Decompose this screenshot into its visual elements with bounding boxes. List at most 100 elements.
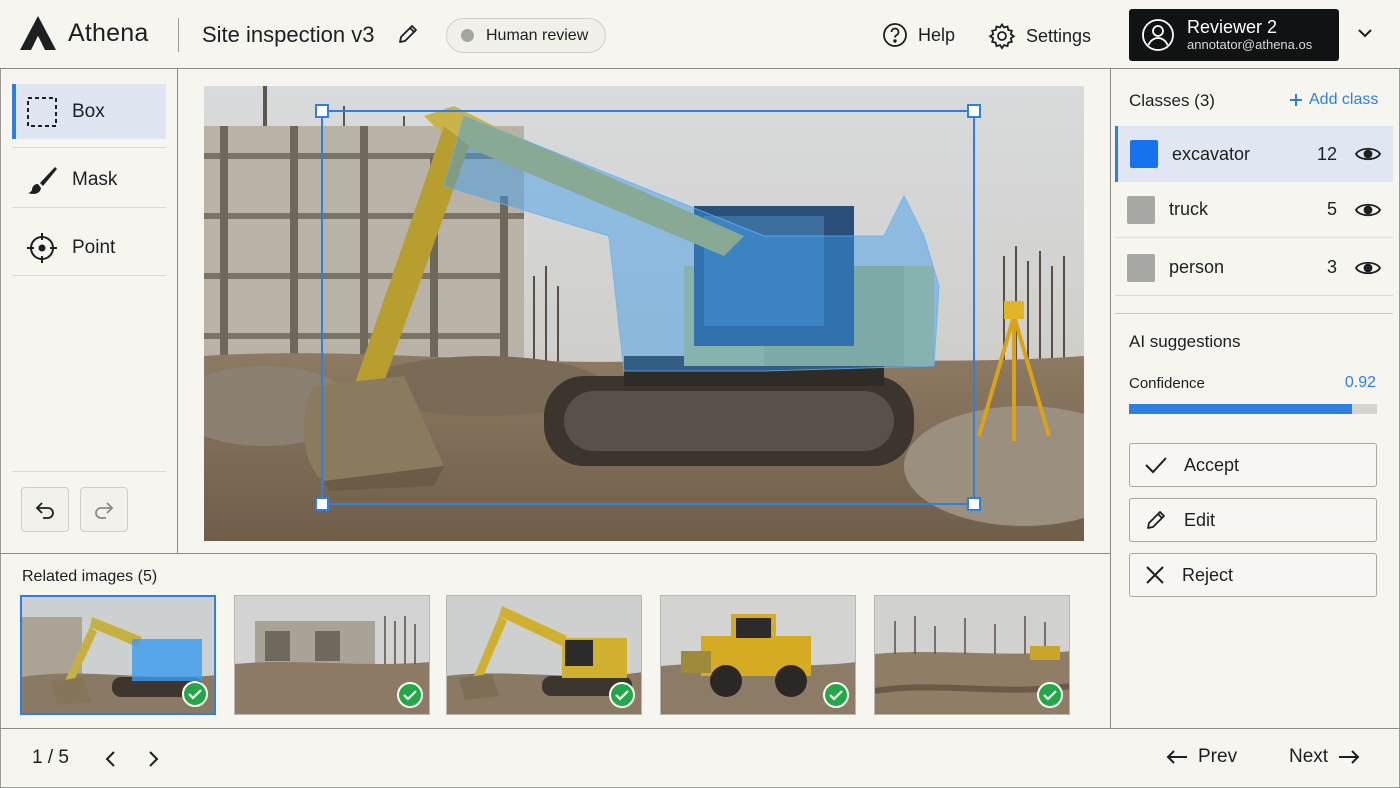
help-icon <box>883 23 907 47</box>
eye-icon[interactable] <box>1355 201 1381 219</box>
accept-button[interactable]: Accept <box>1129 443 1377 487</box>
tool-sidebar: Box Mask Point <box>0 69 178 553</box>
redo-icon <box>95 501 114 519</box>
related-thumbnail[interactable] <box>874 595 1070 715</box>
reject-label: Reject <box>1182 564 1234 585</box>
class-row-truck[interactable]: truck 5 <box>1115 182 1393 238</box>
reviewed-check-icon <box>397 682 423 708</box>
confidence-label: Confidence <box>1129 375 1205 392</box>
tool-point[interactable]: Point <box>12 221 166 276</box>
pencil-icon <box>1147 511 1165 529</box>
bottom-bar: 1 / 5 Prev Next <box>0 728 1400 788</box>
right-panel: Classes (3) Add class excavator 12 truck… <box>1110 69 1400 728</box>
class-name: excavator <box>1172 143 1251 164</box>
next-label: Next <box>1289 746 1329 767</box>
prev-label: Prev <box>1198 746 1238 767</box>
close-icon <box>1146 566 1164 584</box>
box-select-icon <box>27 96 57 127</box>
annotation-canvas[interactable] <box>204 86 1084 541</box>
undo-icon <box>35 501 54 519</box>
eye-icon[interactable] <box>1355 259 1381 277</box>
brush-icon <box>28 167 57 194</box>
user-avatar-icon <box>1142 19 1174 51</box>
page-indicator: 1 / 5 <box>32 747 69 768</box>
site-photo <box>204 86 1084 541</box>
class-row-excavator[interactable]: excavator 12 <box>1115 126 1393 182</box>
reviewed-check-icon <box>823 682 849 708</box>
gear-icon <box>988 22 1016 50</box>
tool-label: Mask <box>72 169 118 190</box>
classes-title: Classes (3) <box>1129 91 1215 110</box>
bbox-handle-top-right <box>967 104 981 118</box>
related-images-title: Related images (5) <box>22 568 158 585</box>
related-images-panel: Related images (5) <box>0 553 1110 728</box>
help-button[interactable]: Help <box>882 22 955 48</box>
user-menu-toggle[interactable] <box>1356 26 1374 44</box>
tool-mask[interactable]: Mask <box>12 153 166 208</box>
user-name: Reviewer 2 <box>1187 16 1278 37</box>
section-divider <box>1115 313 1393 314</box>
redo-button[interactable] <box>80 487 128 532</box>
class-swatch <box>1130 140 1158 168</box>
class-count: 5 <box>1326 199 1337 219</box>
status-dot-icon <box>461 29 474 42</box>
next-button[interactable]: Next <box>1289 746 1360 768</box>
excavator-tracks <box>544 376 914 466</box>
confidence-bar-fill <box>1129 404 1353 414</box>
reviewed-check-icon <box>1037 682 1063 708</box>
ai-suggestions-title: AI suggestions <box>1129 332 1241 351</box>
class-swatch <box>1127 253 1155 282</box>
related-thumbnail[interactable] <box>660 595 856 715</box>
confidence-bar <box>1129 404 1377 414</box>
settings-label: Settings <box>1026 25 1092 46</box>
rename-project-button[interactable] <box>396 22 420 51</box>
check-icon <box>1145 457 1167 474</box>
plus-icon <box>1290 94 1302 106</box>
previous-page-button[interactable] <box>104 749 118 774</box>
class-count: 12 <box>1316 143 1337 164</box>
chevron-right-icon <box>149 751 159 767</box>
class-count: 3 <box>1326 257 1337 277</box>
user-menu[interactable]: Reviewer 2 annotator@athena.os <box>1129 9 1339 61</box>
eye-icon[interactable] <box>1355 145 1381 163</box>
bbox-handle-bottom-right <box>967 497 981 511</box>
project-title: Site inspection v3 <box>202 22 375 47</box>
top-bar: Athena Site inspection v3 Human review H… <box>0 0 1400 69</box>
related-thumbnail[interactable] <box>234 595 430 715</box>
chevron-left-icon <box>105 751 115 767</box>
edit-button[interactable]: Edit <box>1129 498 1377 542</box>
crosshair-icon <box>27 233 57 263</box>
related-thumbnail[interactable] <box>446 595 642 715</box>
review-status-badge[interactable]: Human review <box>446 18 606 53</box>
prev-button[interactable]: Prev <box>1166 746 1237 768</box>
tool-divider <box>12 147 166 148</box>
class-name: person <box>1169 257 1225 277</box>
tool-box[interactable]: Box <box>12 84 166 139</box>
class-swatch <box>1127 195 1155 224</box>
next-page-button[interactable] <box>146 749 160 774</box>
reviewed-check-icon <box>182 681 208 707</box>
header-divider <box>178 18 179 52</box>
bbox-handle-bottom-left <box>315 497 329 511</box>
add-class-label: Add class <box>1309 91 1379 108</box>
settings-button[interactable]: Settings <box>988 22 1091 50</box>
class-row-person[interactable]: person 3 <box>1115 240 1393 296</box>
tool-label: Box <box>72 100 105 122</box>
add-class-button[interactable]: Add class <box>1289 91 1378 109</box>
app-name: Athena <box>68 18 149 47</box>
confidence-value: 0.92 <box>1344 374 1376 391</box>
logo[interactable]: Athena <box>18 14 148 52</box>
undo-button[interactable] <box>21 487 69 532</box>
chevron-down-icon <box>1358 29 1372 38</box>
class-name: truck <box>1169 199 1209 219</box>
athena-logo-icon <box>20 16 56 50</box>
status-label: Human review <box>486 26 589 44</box>
bbox-handle-top-left <box>315 104 329 118</box>
help-label: Help <box>918 24 956 45</box>
related-thumbnail[interactable] <box>20 595 216 715</box>
reject-button[interactable]: Reject <box>1129 553 1377 597</box>
accept-label: Accept <box>1184 454 1240 475</box>
tool-divider <box>12 471 166 472</box>
arrow-left-icon <box>1166 750 1187 764</box>
reviewed-check-icon <box>609 682 635 708</box>
